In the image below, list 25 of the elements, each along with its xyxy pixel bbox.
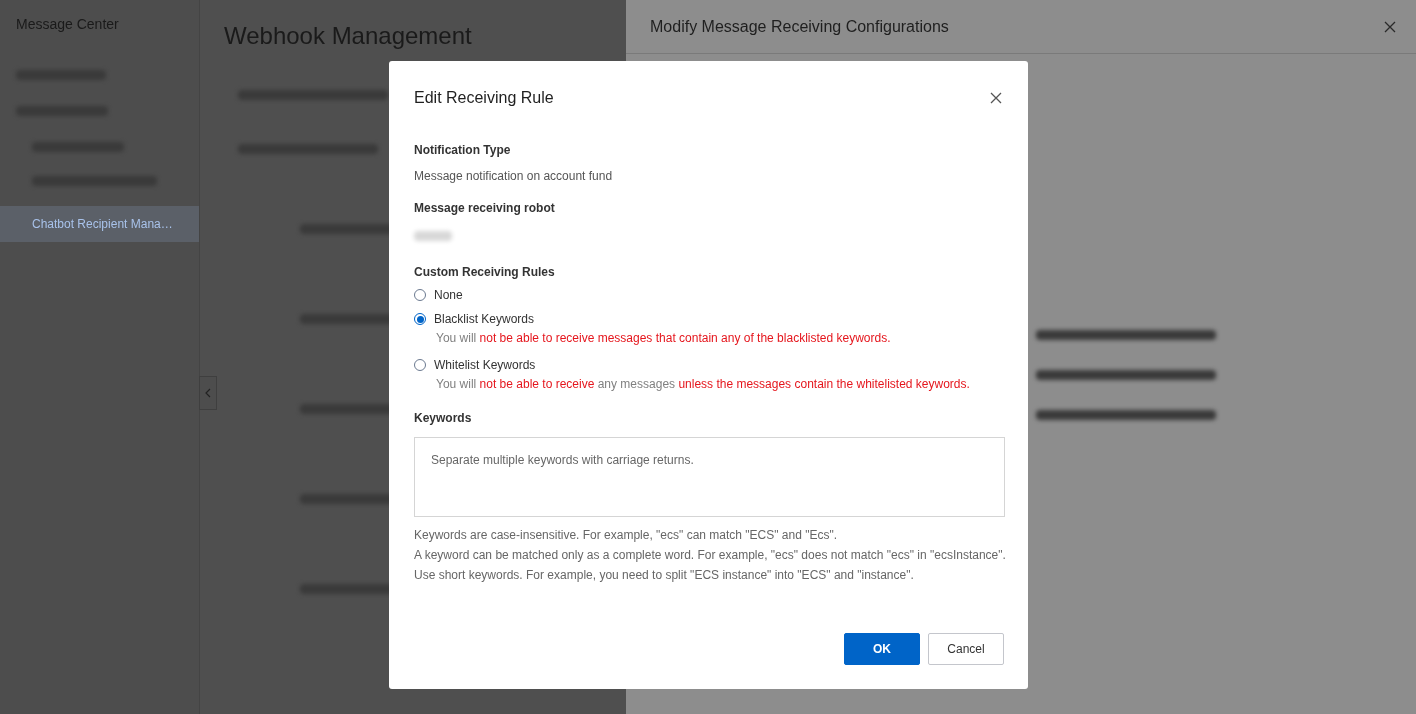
radio-icon[interactable]	[414, 359, 426, 371]
field-label: Notification Type	[414, 143, 512, 157]
blurred-value	[414, 231, 452, 241]
rule-hint: You will not be able to receive messages that contain any of the blacklisted keywords.	[435, 331, 892, 345]
chevron-left-icon	[205, 388, 211, 398]
radio-icon[interactable]	[414, 289, 426, 301]
field-label: Keywords	[414, 411, 473, 425]
field-value: Message notification on account fund	[414, 169, 614, 183]
field-label: Custom Receiving Rules	[414, 265, 556, 279]
dialog-title: Edit Receiving Rule	[414, 89, 554, 107]
help-text: A keyword can be matched only as a complete word. For example, "ecs" does not match "ecs" in "ecsInstance".	[414, 547, 1004, 564]
sidebar-item[interactable]: Chatbot Recipient Mana…	[0, 206, 199, 242]
radio-option[interactable]: None	[414, 287, 1004, 303]
ok-button[interactable]: OK	[844, 633, 920, 665]
radio-option[interactable]: Blacklist Keywords	[414, 311, 1004, 327]
rule-hint: You will not be able to receive any messages unless the messages contain the whitelisted keywords.	[435, 377, 971, 391]
drawer-title: Modify Message Receiving Configurations	[650, 17, 949, 36]
field-label: Message receiving robot	[414, 201, 556, 215]
radio-icon[interactable]	[414, 313, 426, 325]
cancel-button[interactable]: Cancel	[928, 633, 1004, 665]
help-text: Use short keywords. For example, you need to split "ECS instance" into "ECS" and "instance".	[414, 567, 915, 584]
radio-option[interactable]: Whitelist Keywords	[414, 357, 1004, 373]
help-text: Keywords are case-insensitive. For example, "ecs" can match "ECS" and "Ecs".	[414, 527, 839, 544]
keywords-field[interactable]: Separate multiple keywords with carriage returns.	[414, 437, 1005, 517]
close-icon[interactable]	[988, 90, 1004, 106]
